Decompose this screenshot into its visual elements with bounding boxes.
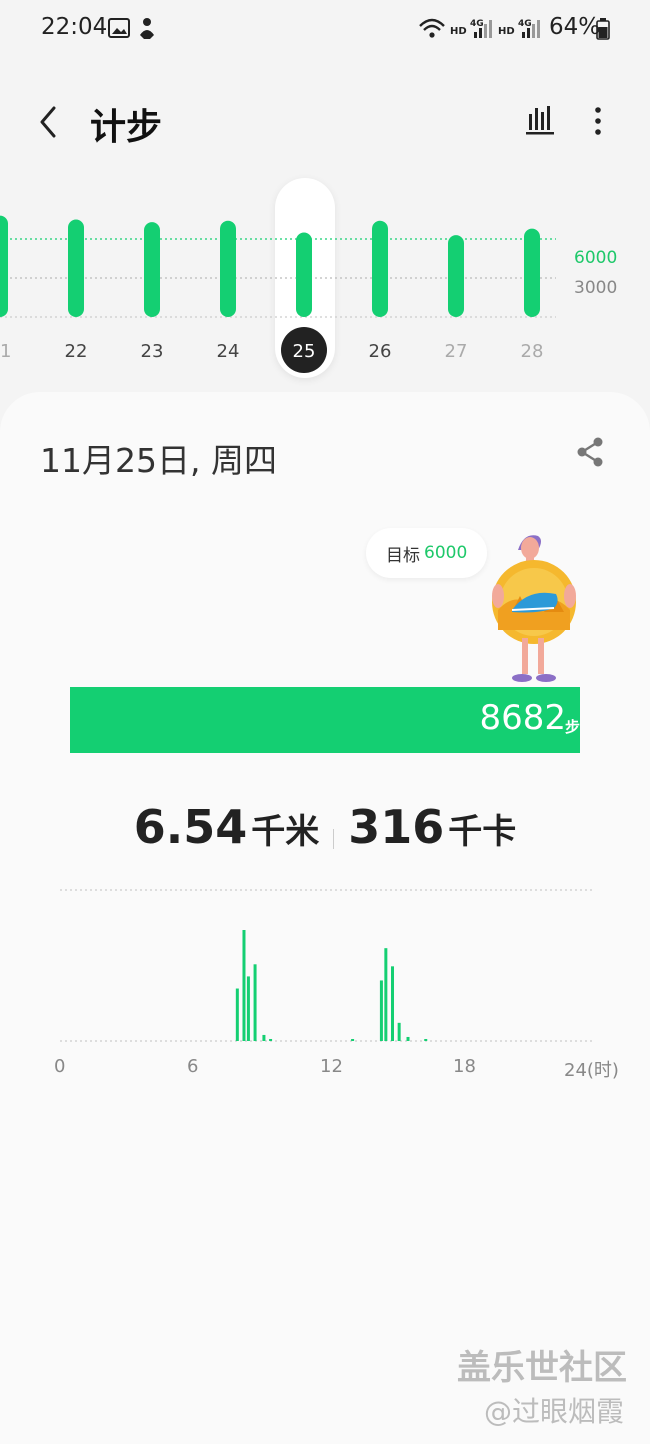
day-label-28[interactable]: 28 [521,341,544,362]
day-bar-24[interactable] [220,220,236,317]
hour-bar [253,964,257,1041]
hourly-bars [60,889,592,1042]
hour-bar [379,980,383,1041]
day-bar-21[interactable] [0,215,8,317]
calories-value: 316 [348,800,445,854]
hour-bar [397,1022,401,1041]
day-label-26[interactable]: 26 [369,341,392,362]
status-time: 22:04 [41,14,108,40]
hour-bar [384,948,388,1041]
day-bar-23[interactable] [144,222,160,317]
hour-bar [269,1038,273,1041]
hour-tick-label: 24(时) [564,1060,619,1081]
day-label-24[interactable]: 24 [217,341,240,362]
svg-text:4G: 4G [470,19,484,29]
goal-value: 6000 [424,543,468,563]
more-options-button[interactable] [584,100,614,140]
day-bar-28[interactable] [524,228,540,317]
day-bar-25[interactable] [296,232,312,318]
day-bar-22[interactable] [68,219,84,318]
fitness-icon [140,18,154,39]
svg-text:4G: 4G [518,19,532,29]
day-bar-26[interactable] [372,220,388,317]
day-label-27[interactable]: 27 [445,341,468,362]
hour-tick-label: 0 [54,1056,66,1077]
stats-divider [333,828,335,849]
battery-level: 64% [549,14,601,40]
svg-text:HD: HD [498,26,515,37]
share-button[interactable] [574,434,606,470]
hour-bar [351,1039,355,1041]
day-label-23[interactable]: 23 [141,341,164,362]
calories-unit: 千卡 [448,812,517,852]
chevron-left-icon [40,106,56,138]
day-label-22[interactable]: 22 [65,341,88,362]
day-label-25[interactable]: 25 [293,341,316,362]
svg-text:HD: HD [450,26,467,37]
watermark-community: 盖乐世社区 [457,1348,627,1388]
hour-bar [262,1034,266,1041]
hour-bar [391,966,394,1041]
goal-line-label: 6000 [574,248,618,268]
step-count: 8682 [479,698,566,738]
hour-bar [424,1039,428,1041]
hour-bar [235,988,239,1041]
hourly-steps-chart: 0 6 12 18 24(时) [0,880,650,1100]
goal-bubble: 目标 6000 [366,528,488,578]
hour-bar [242,930,246,1041]
back-button[interactable] [30,98,70,146]
weekly-steps-chart: 21 22 23 24 25 26 27 28 6000 3000 [0,170,650,390]
hour-tick-label: 12 [320,1056,343,1077]
goal-text: 目标 [386,545,420,566]
date-title: 11月25日, 周四 [40,441,277,480]
more-vertical-icon [595,107,601,135]
day-label-21[interactable]: 21 [0,341,11,362]
watermark-user: @过眼烟霞 [484,1395,625,1428]
status-bar: 22:04 HD 4G HD 4G 64% [0,0,650,56]
share-icon [577,437,603,467]
step-unit: 步 [564,718,580,736]
hour-bar [406,1036,410,1041]
summary-stats: 6.54 千米 316 千卡 [0,800,650,854]
statistics-button[interactable] [522,100,560,140]
mascot-illustration [492,535,576,682]
bar-chart-icon [526,106,554,135]
distance-unit: 千米 [251,812,320,852]
hour-bar [246,976,250,1041]
signal-icons: HD 4G HD 4G [419,18,540,38]
weekly-bars: 21 22 23 24 25 26 27 28 [0,215,556,373]
page-title: 计步 [90,107,163,148]
image-icon [108,18,130,38]
hour-tick-label: 18 [453,1056,476,1077]
day-bar-27[interactable] [448,235,464,317]
hour-tick-label: 6 [187,1056,199,1077]
reference-line-label: 3000 [574,278,618,298]
distance-value: 6.54 [133,800,248,854]
